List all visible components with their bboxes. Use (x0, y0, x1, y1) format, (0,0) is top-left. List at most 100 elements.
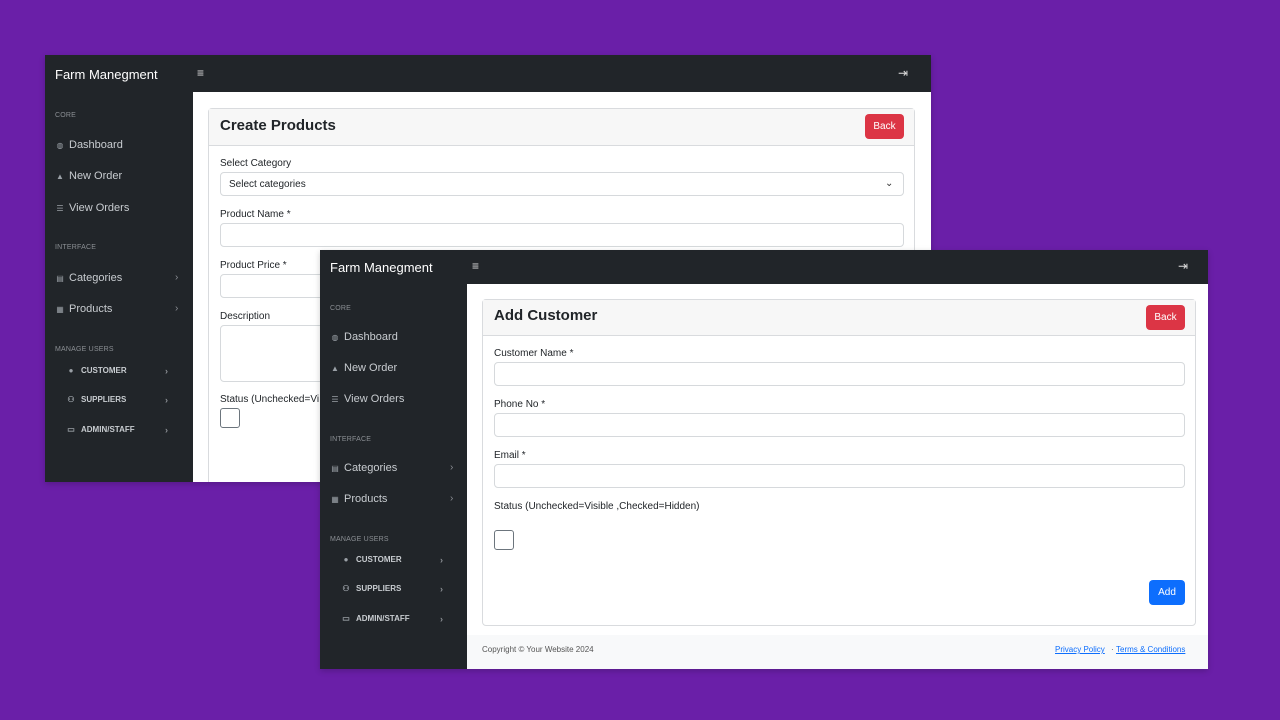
add-customer-window: Farm Manegment ≡ ⇥ CORE ◍ Dashboard ▲ Ne… (320, 250, 1208, 669)
chevron-right-icon: › (440, 614, 443, 624)
archive-icon: ▤ (331, 463, 339, 473)
dashboard-icon: ◍ (56, 140, 64, 150)
footer-separator: · (1111, 645, 1114, 654)
menu-toggle-icon[interactable]: ≡ (472, 259, 479, 273)
chevron-right-icon: › (440, 555, 443, 565)
category-select-value: Select categories (229, 178, 306, 190)
page-title: Add Customer (494, 307, 598, 324)
sidebar-item-products[interactable]: ▦ Products › (55, 303, 183, 315)
phone-input[interactable] (494, 413, 1185, 437)
email-label: Email * (494, 450, 526, 461)
chevron-right-icon: › (165, 395, 168, 405)
table-icon: ▦ (56, 304, 64, 314)
sidebar-heading-interface: INTERFACE (55, 244, 97, 251)
footer: Copyright © Your Website 2024 Privacy Po… (467, 635, 1208, 669)
sidebar-item-label: CUSTOMER (81, 366, 127, 375)
id-card-icon: ▭ (67, 425, 75, 434)
status-label: Status (Unchecked=Vi (220, 394, 320, 405)
status-checkbox[interactable] (494, 530, 514, 550)
list-icon: ☰ (56, 203, 64, 213)
sidebar-heading-manage-users: MANAGE USERS (330, 536, 389, 543)
copyright-text: Copyright © Your Website 2024 (482, 645, 594, 654)
add-customer-card: Add Customer Back Customer Name * Phone … (482, 299, 1196, 626)
email-input[interactable] (494, 464, 1185, 488)
terms-link[interactable]: Terms & Conditions (1116, 645, 1185, 654)
id-card-icon: ▭ (342, 614, 350, 623)
back-button[interactable]: Back (865, 114, 904, 139)
sidebar-heading-manage-users: MANAGE USERS (55, 346, 114, 353)
sidebar-item-label: CUSTOMER (356, 555, 402, 564)
chevron-right-icon: › (440, 584, 443, 594)
chevron-right-icon: › (175, 272, 179, 283)
sidebar-item-label: Products (344, 493, 388, 505)
users-icon: ⚇ (342, 584, 350, 593)
page-title: Create Products (220, 117, 336, 134)
sidebar-item-new-order[interactable]: ▲ New Order (55, 170, 122, 182)
sidebar-heading-core: CORE (55, 112, 77, 119)
sidebar-item-admin-staff[interactable]: ▭ ADMIN/STAFF › (65, 425, 173, 435)
menu-toggle-icon[interactable]: ≡ (197, 66, 204, 80)
bell-icon: ▲ (56, 171, 64, 181)
sidebar-item-categories[interactable]: ▤ Categories › (330, 462, 458, 474)
sidebar-item-admin-staff[interactable]: ▭ ADMIN/STAFF › (340, 614, 448, 624)
sidebar-item-categories[interactable]: ▤ Categories › (55, 272, 183, 284)
table-icon: ▦ (331, 494, 339, 504)
sidebar-item-suppliers[interactable]: ⚇ SUPPLIERS › (340, 584, 448, 594)
add-button[interactable]: Add (1149, 580, 1185, 605)
card-header: Add Customer Back (483, 300, 1195, 336)
back-button[interactable]: Back (1146, 305, 1185, 330)
sidebar-item-suppliers[interactable]: ⚇ SUPPLIERS › (65, 395, 173, 405)
sidebar-item-products[interactable]: ▦ Products › (330, 493, 458, 505)
sidebar-item-label: New Order (69, 170, 123, 182)
status-label: Status (Unchecked=Visible ,Checked=Hidde… (494, 501, 700, 512)
phone-label: Phone No * (494, 399, 546, 410)
sidebar-item-dashboard[interactable]: ◍ Dashboard (330, 331, 398, 343)
category-label: Select Category (220, 158, 292, 169)
sidebar-heading-core: CORE (330, 305, 352, 312)
sidebar-item-customer[interactable]: ● CUSTOMER › (65, 366, 173, 376)
bell-icon: ▲ (331, 363, 339, 373)
sidebar-item-label: Categories (69, 272, 123, 284)
sidebar-item-label: Dashboard (69, 139, 123, 151)
brand-title[interactable]: Farm Manegment (330, 260, 433, 275)
chevron-down-icon: ⌄ (885, 178, 894, 189)
sidebar-heading-interface: INTERFACE (330, 436, 372, 443)
user-circle-icon: ● (343, 555, 349, 564)
brand-title[interactable]: Farm Manegment (55, 67, 158, 82)
sidebar-item-label: SUPPLIERS (81, 395, 127, 404)
top-navbar: Farm Manegment ≡ ⇥ (45, 55, 931, 92)
sidebar-item-label: Categories (344, 462, 398, 474)
sidebar-item-label: ADMIN/STAFF (81, 425, 135, 434)
status-checkbox[interactable] (220, 408, 240, 428)
customer-name-input[interactable] (494, 362, 1185, 386)
chevron-right-icon: › (450, 493, 454, 504)
chevron-right-icon: › (165, 366, 168, 376)
sidebar-item-label: View Orders (344, 393, 405, 405)
product-price-label: Product Price * (220, 260, 287, 271)
sidebar-item-view-orders[interactable]: ☰ View Orders (55, 202, 129, 214)
product-name-input[interactable] (220, 223, 904, 247)
chevron-right-icon: › (450, 462, 454, 473)
sidebar-item-label: ADMIN/STAFF (356, 614, 410, 623)
logout-icon[interactable]: ⇥ (898, 66, 908, 80)
sidebar-item-label: SUPPLIERS (356, 584, 402, 593)
sidebar-item-label: Products (69, 303, 113, 315)
privacy-policy-link[interactable]: Privacy Policy (1055, 645, 1105, 654)
top-navbar: Farm Manegment ≡ ⇥ (320, 250, 1208, 284)
sidebar-item-label: Dashboard (344, 331, 398, 343)
list-icon: ☰ (331, 394, 339, 404)
chevron-right-icon: › (165, 425, 168, 435)
archive-icon: ▤ (56, 273, 64, 283)
description-label: Description (220, 311, 271, 322)
sidebar-item-view-orders[interactable]: ☰ View Orders (330, 393, 404, 405)
category-select[interactable]: Select categories ⌄ (220, 172, 904, 196)
sidebar-item-dashboard[interactable]: ◍ Dashboard (55, 139, 123, 151)
sidebar: CORE ◍ Dashboard ▲ New Order ☰ View Orde… (45, 92, 193, 482)
customer-name-label: Customer Name * (494, 348, 574, 359)
sidebar: CORE ◍ Dashboard ▲ New Order ☰ View Orde… (320, 284, 467, 669)
sidebar-item-customer[interactable]: ● CUSTOMER › (340, 555, 448, 565)
sidebar-item-new-order[interactable]: ▲ New Order (330, 362, 397, 374)
product-name-label: Product Name * (220, 209, 291, 220)
logout-icon[interactable]: ⇥ (1178, 259, 1188, 273)
dashboard-icon: ◍ (331, 332, 339, 342)
